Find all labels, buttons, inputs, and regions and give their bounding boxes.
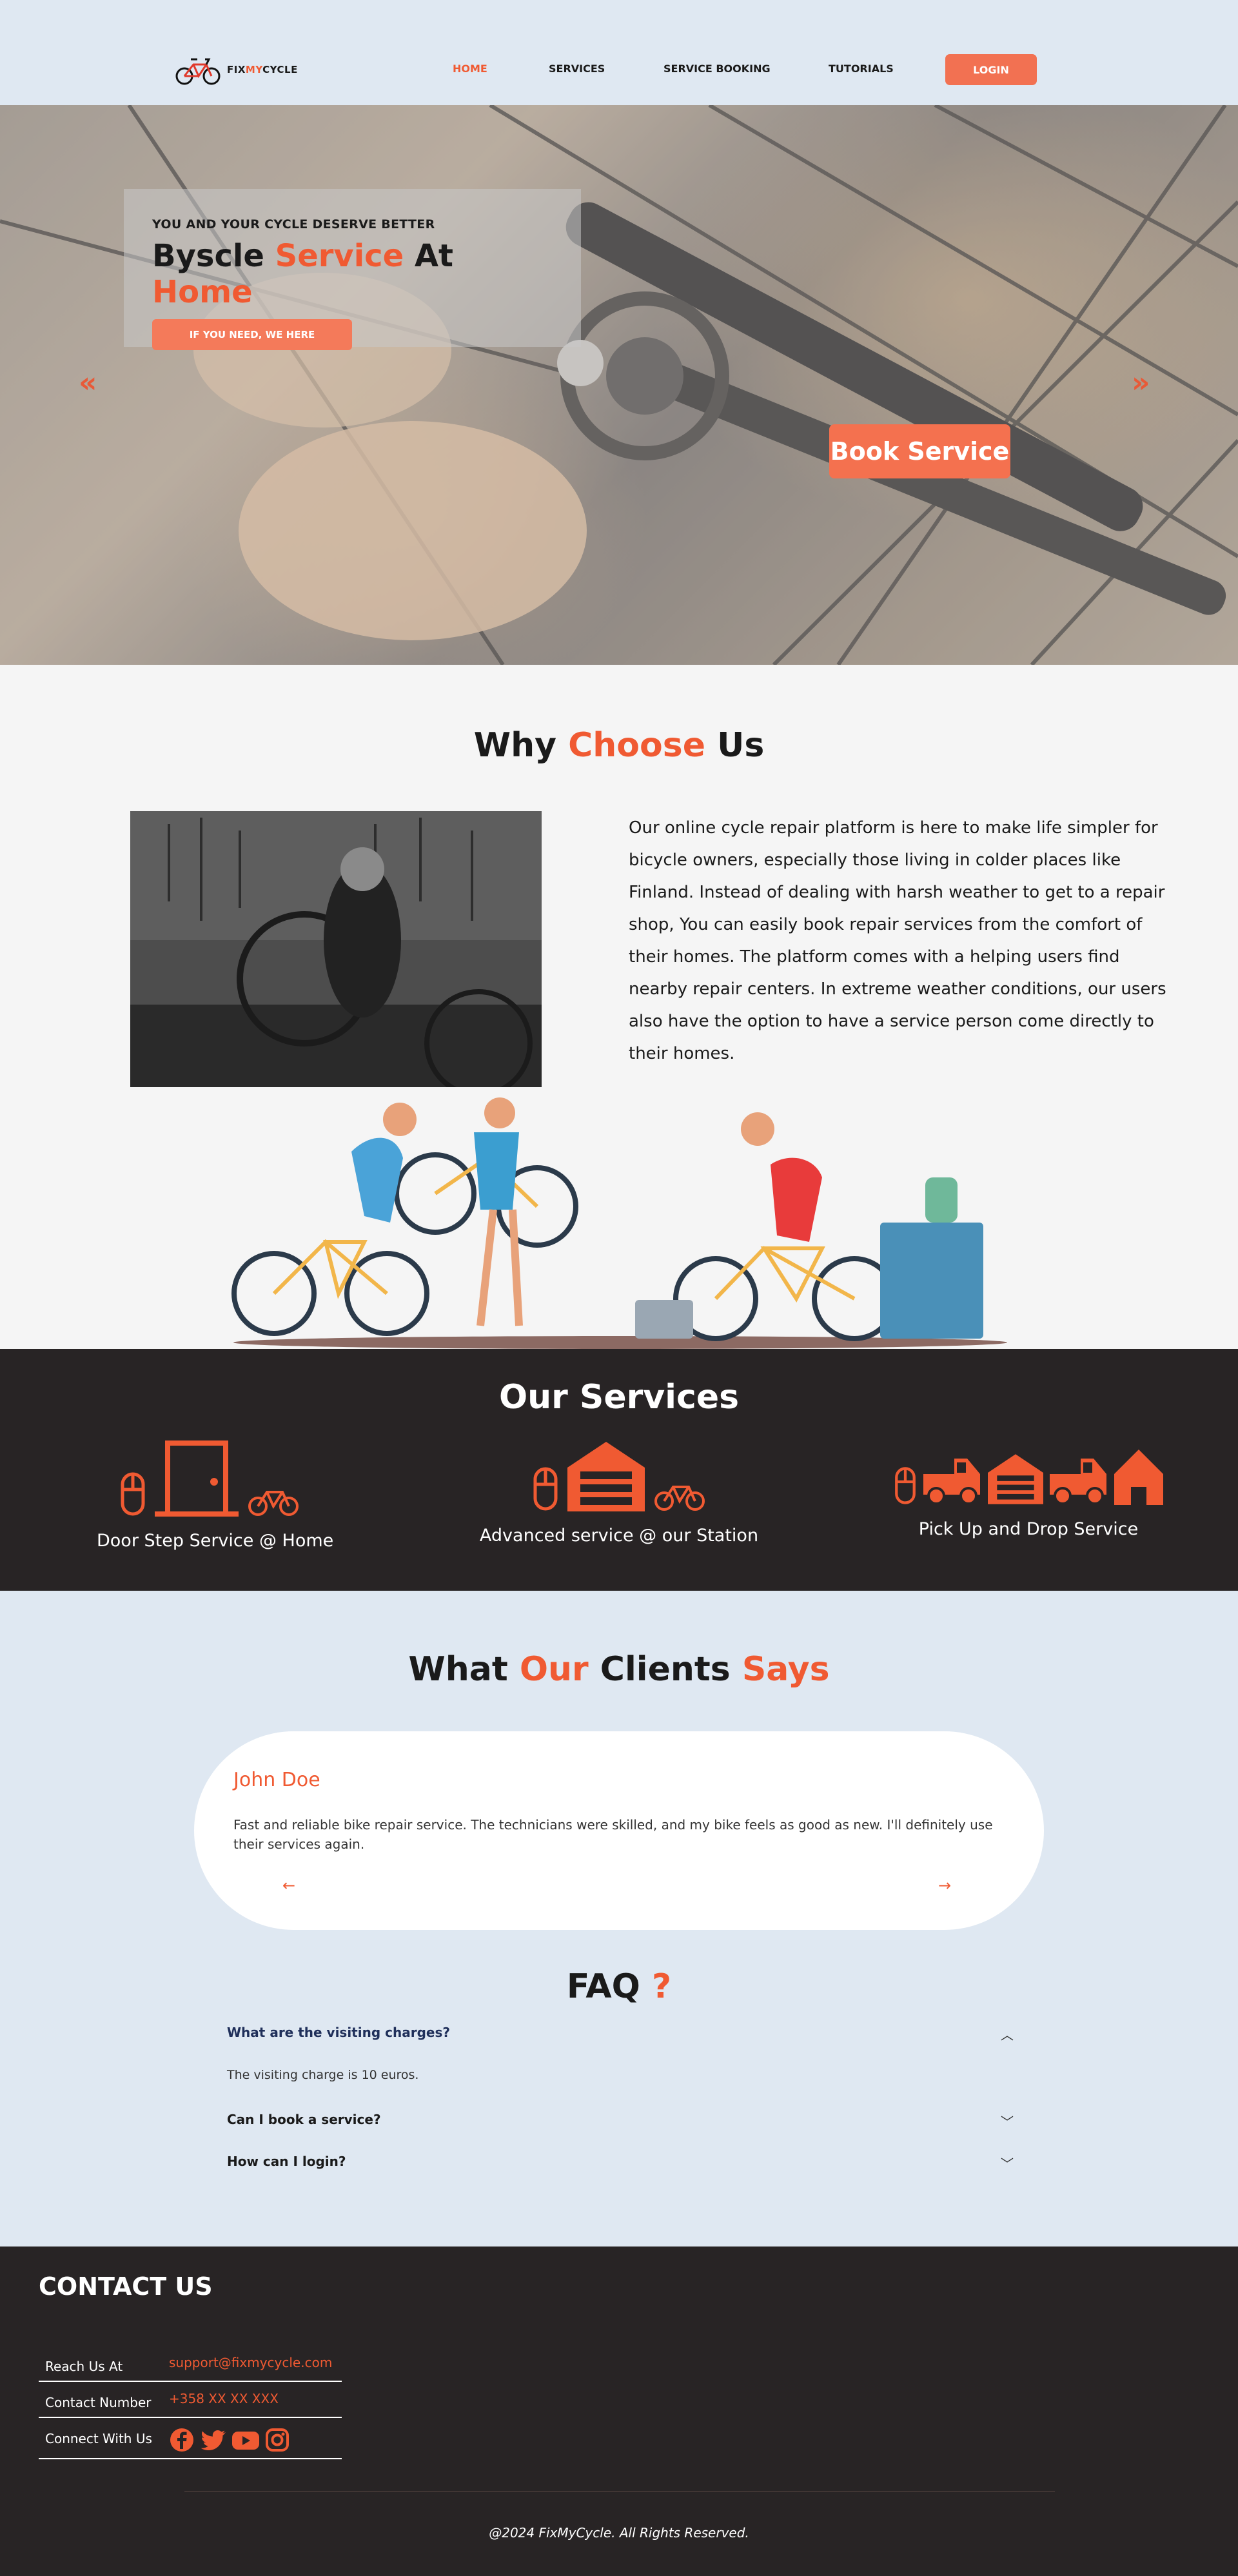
twitter-icon[interactable] xyxy=(199,2427,227,2453)
contact-title: CONTACT US xyxy=(39,2272,213,2301)
contact-label: Connect With Us xyxy=(45,2431,152,2446)
hero-card: YOU AND YOUR CYCLE DESERVE BETTER Byscle… xyxy=(124,189,581,350)
why-title: Why Choose Us xyxy=(473,726,765,765)
logo-text: FIXMYCYCLE xyxy=(227,64,298,75)
faq-question-text: How can I login? xyxy=(227,2154,346,2169)
logo[interactable]: FIXMYCYCLE xyxy=(175,53,298,86)
door-icon xyxy=(155,1440,239,1517)
nav-services[interactable]: SERVICES xyxy=(549,63,605,75)
faq-question-visiting-charges[interactable]: What are the visiting charges? ︿ xyxy=(227,2025,1014,2043)
service-label: Pick Up and Drop Service xyxy=(918,1519,1139,1539)
service-label: Door Step Service @ Home xyxy=(97,1531,334,1551)
facebook-icon[interactable] xyxy=(169,2427,195,2453)
service-station[interactable]: Advanced service @ our Station xyxy=(471,1439,767,1546)
site-header: FIXMYCYCLE HOME SERVICES SERVICE BOOKING… xyxy=(0,0,1238,105)
faq-question-book-service[interactable]: Can I book a service? ﹀ xyxy=(227,2112,1014,2130)
mechanic-photo xyxy=(130,811,542,1087)
service-label: Advanced service @ our Station xyxy=(479,1526,759,1546)
mouse-icon xyxy=(895,1467,916,1504)
garage-icon xyxy=(567,1442,645,1511)
testimonial-text: Fast and reliable bike repair service. T… xyxy=(233,1817,993,1852)
truck-icon xyxy=(1050,1459,1106,1505)
truck-icon xyxy=(923,1459,980,1505)
contact-label: Reach Us At xyxy=(45,2359,123,2374)
mouse-icon xyxy=(121,1472,145,1516)
faq-question-text: Can I book a service? xyxy=(227,2112,381,2127)
why-choose-us-section: Why Choose Us Our online cycle repair pl… xyxy=(0,665,1238,1349)
carousel-prev-icon[interactable]: « xyxy=(79,366,97,399)
bicycle-icon xyxy=(654,1486,705,1511)
hero-cta-button[interactable]: IF YOU NEED, WE HERE xyxy=(152,319,352,350)
hero-kicker: YOU AND YOUR CYCLE DESERVE BETTER xyxy=(152,217,435,231)
nav-service-booking[interactable]: SERVICE BOOKING xyxy=(663,63,771,75)
contact-label: Contact Number xyxy=(45,2395,152,2410)
chevron-up-icon: ︿ xyxy=(1001,2027,1014,2043)
copyright: @2024 FixMyCycle. All Rights Reserved. xyxy=(489,2525,749,2541)
testimonial-author: John Doe xyxy=(233,1769,320,1791)
faq-question-login[interactable]: How can I login? ﹀ xyxy=(227,2154,1014,2172)
bicycle-icon xyxy=(248,1491,299,1516)
cyclists-illustration xyxy=(231,1097,1007,1349)
nav-home[interactable]: HOME xyxy=(453,63,487,75)
instagram-icon[interactable] xyxy=(264,2427,290,2453)
house-icon xyxy=(1114,1450,1163,1505)
contact-row-phone: Contact Number +358 XX XX XXX xyxy=(39,2382,342,2418)
login-button[interactable]: LOGIN xyxy=(945,54,1037,85)
bicycle-logo-icon xyxy=(175,58,221,85)
mouse-icon xyxy=(533,1467,558,1511)
testimonial-card: John Doe Fast and reliable bike repair s… xyxy=(194,1731,1044,1930)
services-section: Our Services Door Step Service @ Home Ad… xyxy=(0,1349,1238,1591)
service-door-step[interactable]: Door Step Service @ Home xyxy=(97,1439,334,1551)
clients-faq-section: What Our Clients Says John Doe Fast and … xyxy=(0,1591,1238,2247)
hero-title: Byscle Service At Home xyxy=(152,238,453,310)
testimonial-prev-icon[interactable]: ← xyxy=(282,1876,295,1894)
clients-title: What Our Clients Says xyxy=(408,1650,830,1689)
contact-email-link[interactable]: support@fixmycycle.com xyxy=(169,2355,332,2370)
chevron-down-icon: ﹀ xyxy=(1001,2156,1014,2172)
services-title: Our Services xyxy=(498,1378,740,1417)
nav-tutorials[interactable]: TUTORIALS xyxy=(829,63,894,75)
book-service-button[interactable]: Book Service xyxy=(829,424,1010,478)
chevron-down-icon: ﹀ xyxy=(1001,2114,1014,2130)
contact-row-social: Connect With Us xyxy=(39,2418,342,2459)
youtube-icon[interactable] xyxy=(231,2427,260,2453)
faq-title: FAQ ? xyxy=(566,1967,672,2006)
contact-phone-link[interactable]: +358 XX XX XXX xyxy=(169,2391,279,2406)
carousel-next-icon[interactable]: » xyxy=(1132,366,1150,399)
contact-row-email: Reach Us At support@fixmycycle.com xyxy=(39,2346,342,2382)
garage-icon xyxy=(988,1454,1043,1504)
hero-banner: YOU AND YOUR CYCLE DESERVE BETTER Byscle… xyxy=(0,105,1238,665)
testimonial-next-icon[interactable]: → xyxy=(938,1876,951,1894)
service-pickup-drop[interactable]: Pick Up and Drop Service xyxy=(877,1446,1180,1539)
social-links xyxy=(169,2427,290,2453)
faq-answer: The visiting charge is 10 euros. xyxy=(227,2068,419,2082)
site-footer: CONTACT US Reach Us At support@fixmycycl… xyxy=(0,2247,1238,2576)
faq-question-text: What are the visiting charges? xyxy=(227,2025,450,2040)
why-description: Our online cycle repair platform is here… xyxy=(629,818,1166,1063)
